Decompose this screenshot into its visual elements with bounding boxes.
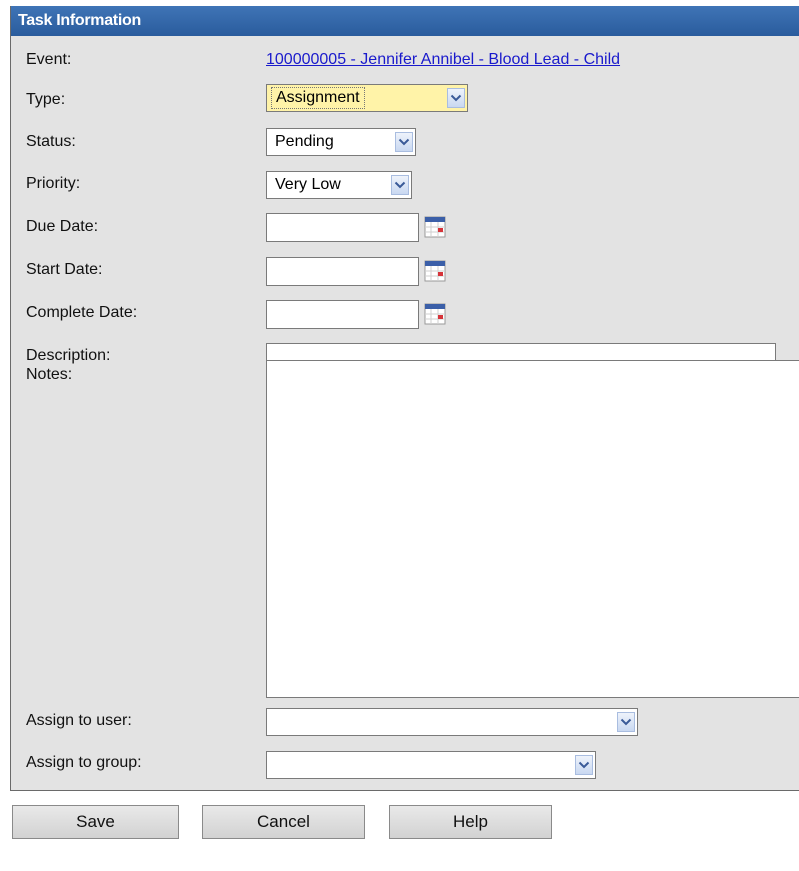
assign-user-select[interactable] <box>266 708 638 736</box>
assign-user-label: Assign to user: <box>26 712 132 729</box>
description-label: Description: <box>26 347 111 364</box>
help-button[interactable]: Help <box>389 805 552 839</box>
status-label: Status: <box>26 133 76 150</box>
status-select-value: Pending <box>275 133 334 150</box>
cancel-button[interactable]: Cancel <box>202 805 365 839</box>
event-link[interactable]: 100000005 - Jennifer Annibel - Blood Lea… <box>266 51 620 69</box>
priority-label: Priority: <box>26 175 81 192</box>
chevron-down-icon[interactable] <box>391 175 409 195</box>
notes-textarea[interactable] <box>266 360 799 698</box>
calendar-icon[interactable] <box>424 303 446 325</box>
chevron-down-icon[interactable] <box>395 132 413 152</box>
save-button[interactable]: Save <box>12 805 179 839</box>
calendar-icon[interactable] <box>424 260 446 282</box>
start-date-label: Start Date: <box>26 261 103 278</box>
type-label: Type: <box>26 91 66 108</box>
assign-group-select[interactable] <box>266 751 596 779</box>
chevron-down-icon[interactable] <box>617 712 635 732</box>
notes-label: Notes: <box>26 366 73 383</box>
complete-date-label: Complete Date: <box>26 304 138 321</box>
type-select-value: Assignment <box>271 87 365 109</box>
panel-title: Task Information <box>11 6 799 36</box>
chevron-down-icon[interactable] <box>575 755 593 775</box>
assign-group-label: Assign to group: <box>26 754 142 771</box>
event-label: Event: <box>26 51 72 68</box>
status-select[interactable]: Pending <box>266 128 416 156</box>
due-date-label: Due Date: <box>26 218 99 235</box>
chevron-down-icon[interactable] <box>447 88 465 108</box>
type-select[interactable]: Assignment <box>266 84 468 112</box>
complete-date-input[interactable] <box>266 300 419 329</box>
due-date-input[interactable] <box>266 213 419 242</box>
task-information-panel: Task Information Event: 100000005 - Jenn… <box>10 6 799 791</box>
start-date-input[interactable] <box>266 257 419 286</box>
priority-select[interactable]: Very Low <box>266 171 412 199</box>
priority-select-value: Very Low <box>275 176 341 193</box>
calendar-icon[interactable] <box>424 216 446 238</box>
